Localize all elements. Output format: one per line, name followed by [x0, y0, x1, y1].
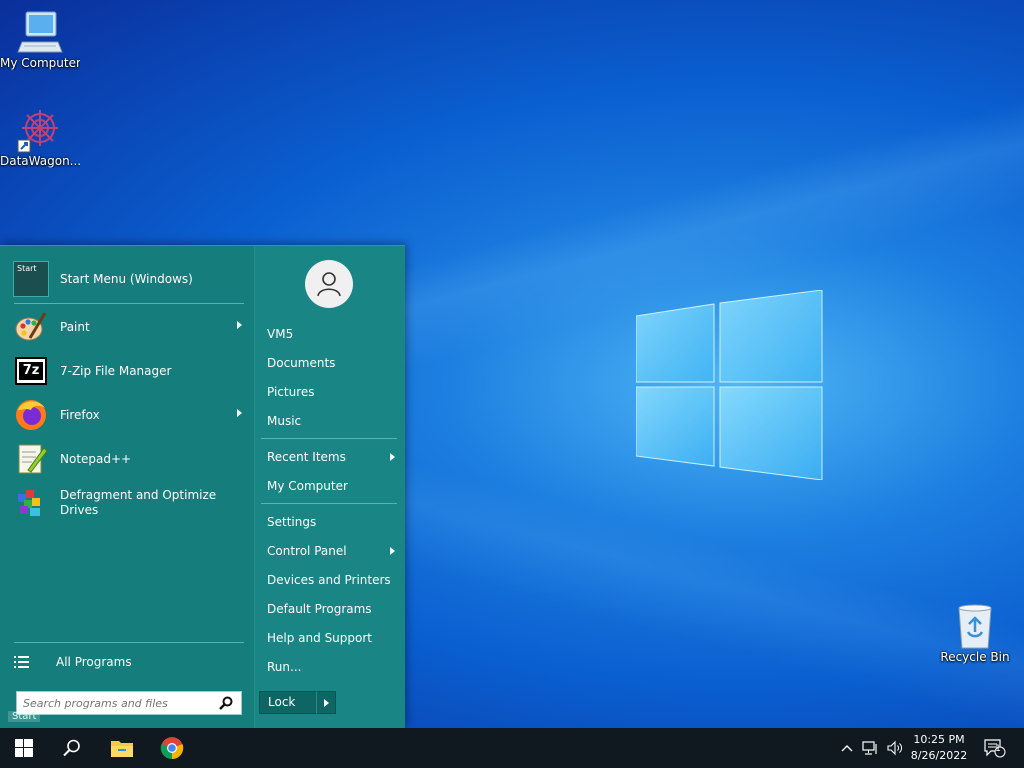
- search-icon: [63, 739, 80, 757]
- places-item-label: Run...: [267, 660, 302, 674]
- places-item-label: Documents: [267, 356, 336, 370]
- pinned-item-label: Start Menu (Windows): [60, 271, 193, 286]
- desktop-icon-datawagon[interactable]: DataWagon...: [0, 106, 80, 168]
- firefox-icon: [12, 396, 50, 434]
- pinned-item-label: Paint: [60, 319, 90, 334]
- search-box: [16, 691, 242, 715]
- separator: [261, 503, 397, 504]
- user-avatar[interactable]: [305, 260, 353, 308]
- taskbar-clock[interactable]: 10:25 PM 8/26/2022: [900, 732, 978, 764]
- clock-date: 8/26/2022: [910, 749, 968, 762]
- all-programs-label: All Programs: [56, 655, 132, 669]
- desktop-icon-label: My Computer: [0, 56, 80, 70]
- places-item-label: My Computer: [267, 479, 348, 493]
- places-item-label: Devices and Printers: [267, 573, 391, 587]
- pinned-item-label: Defragment and Optimize Drives: [60, 488, 217, 517]
- 7zip-icon: 7z: [12, 352, 50, 390]
- pinned-item-paint[interactable]: Paint: [12, 306, 244, 348]
- places-item-label: Control Panel: [267, 544, 347, 558]
- start-menu-programs-pane: Start Start Menu (Windows) Paint 7z 7-Zi…: [0, 246, 254, 729]
- pinned-item-firefox[interactable]: Firefox: [12, 394, 244, 436]
- places-item-my-computer[interactable]: My Computer: [267, 476, 399, 496]
- places-item-devices-printers[interactable]: Devices and Printers: [267, 570, 399, 590]
- start-tile: Start: [13, 261, 49, 297]
- places-item-recent-items[interactable]: Recent Items: [267, 447, 399, 467]
- notification-count: 1: [995, 744, 1001, 754]
- network-icon: [862, 741, 877, 755]
- pinned-item-notepadpp[interactable]: Notepad++: [12, 438, 244, 480]
- folder-icon: [111, 741, 133, 757]
- all-programs-button[interactable]: All Programs: [14, 650, 244, 674]
- lock-button[interactable]: Lock: [259, 691, 317, 714]
- start-button[interactable]: [0, 728, 48, 768]
- clock-time: 10:25 PM: [913, 733, 965, 746]
- datawagon-icon: [17, 110, 58, 153]
- notepadpp-icon: [12, 440, 50, 478]
- places-item-music[interactable]: Music: [267, 411, 399, 431]
- taskbar-file-explorer[interactable]: [98, 728, 146, 768]
- chrome-icon: [160, 737, 184, 760]
- taskbar-search-button[interactable]: [48, 728, 96, 768]
- places-item-label: Settings: [267, 515, 317, 529]
- paint-icon: [12, 308, 50, 346]
- places-item-pictures[interactable]: Pictures: [267, 382, 399, 402]
- windows-start-icon: [15, 739, 33, 757]
- recycle-bin-icon: [958, 604, 992, 649]
- desktop-icon-label: DataWagon...: [0, 154, 80, 168]
- pinned-item-label: Firefox: [60, 407, 100, 422]
- places-item-label: VM5: [267, 327, 294, 341]
- pinned-item-defragment[interactable]: Defragment and Optimize Drives: [12, 482, 244, 524]
- pinned-item-label: 7-Zip File Manager: [60, 363, 172, 378]
- search-input[interactable]: [23, 696, 219, 710]
- places-item-label: Help and Support: [267, 631, 372, 645]
- places-item-run[interactable]: Run...: [267, 657, 399, 677]
- show-hidden-icons-button[interactable]: [838, 728, 856, 768]
- places-item-default-programs[interactable]: Default Programs: [267, 599, 399, 619]
- taskbar: 10:25 PM 8/26/2022 1: [0, 728, 1024, 768]
- separator: [261, 438, 397, 439]
- start-tooltip: Start: [8, 711, 41, 722]
- start-menu: Start Start Menu (Windows) Paint 7z 7-Zi…: [0, 245, 405, 729]
- submenu-arrow-icon: [390, 547, 395, 555]
- pinned-item-label: Notepad++: [60, 451, 132, 466]
- start-menu-places-pane: VM5 Documents Pictures Music Recent Item…: [254, 246, 405, 729]
- places-item-documents[interactable]: Documents: [267, 353, 399, 373]
- places-item-help-support[interactable]: Help and Support: [267, 628, 399, 648]
- defrag-icon: [12, 484, 50, 522]
- places-item-vm5[interactable]: VM5: [267, 324, 399, 344]
- user-icon: [317, 272, 341, 297]
- places-item-label: Pictures: [267, 385, 315, 399]
- pinned-item-7zip[interactable]: 7z 7-Zip File Manager: [12, 350, 244, 392]
- places-item-label: Music: [267, 414, 302, 428]
- network-tray-button[interactable]: [860, 728, 882, 768]
- separator: [14, 642, 244, 643]
- start-menu-icon: Start: [12, 260, 50, 298]
- places-item-control-panel[interactable]: Control Panel: [267, 541, 399, 561]
- list-icon: [14, 656, 29, 668]
- places-item-settings[interactable]: Settings: [267, 512, 399, 532]
- desktop-icon-my-computer[interactable]: My Computer: [0, 8, 80, 70]
- places-item-label: Recent Items: [267, 450, 346, 464]
- desktop-icon-recycle-bin[interactable]: Recycle Bin: [935, 602, 1015, 664]
- notifications-button[interactable]: 1: [980, 728, 1010, 768]
- desktop-icon-label: Recycle Bin: [940, 650, 1010, 664]
- submenu-arrow-icon: [390, 453, 395, 461]
- search-icon[interactable]: [219, 696, 233, 710]
- taskbar-chrome[interactable]: [148, 728, 196, 768]
- separator: [14, 303, 244, 304]
- chevron-up-icon: [841, 745, 853, 752]
- computer-icon: [17, 11, 63, 53]
- places-item-label: Default Programs: [267, 602, 372, 616]
- pinned-item-start-menu-windows[interactable]: Start Start Menu (Windows): [12, 258, 244, 300]
- submenu-arrow-icon: [237, 321, 242, 329]
- submenu-arrow-icon: [237, 409, 242, 417]
- windows-logo-wallpaper: [636, 290, 823, 480]
- lock-options-arrow-button[interactable]: [316, 691, 336, 714]
